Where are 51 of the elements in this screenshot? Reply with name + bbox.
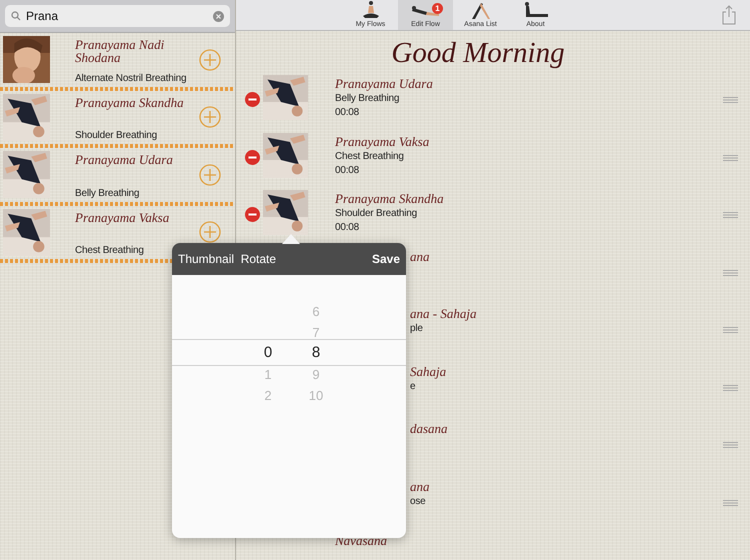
popover-title: Thumbnail Rotate <box>178 252 276 266</box>
flow-item-title: dasana <box>410 422 448 435</box>
remove-icon[interactable] <box>245 92 260 107</box>
add-icon[interactable] <box>199 221 221 244</box>
drag-handle-icon[interactable] <box>723 327 738 333</box>
flow-item-title: ana <box>410 250 430 262</box>
flow-title: Good Morning <box>390 37 566 70</box>
asana-subtitle: Shoulder Breathing <box>75 130 158 141</box>
drag-handle-icon[interactable] <box>723 154 738 160</box>
asana-subtitle: Alternate Nostril Breathing <box>75 72 188 84</box>
clear-icon[interactable] <box>213 10 224 22</box>
flow-item-subtitle: ose <box>410 496 427 506</box>
asana-title: Pranayama Vaksa <box>75 210 170 224</box>
search-text: Prana <box>26 9 60 23</box>
flow-item-duration: 00:08 <box>335 107 360 118</box>
flow-item-title: ana - Sahaja <box>410 307 476 320</box>
asana-subtitle: Chest Breathing <box>75 245 145 256</box>
flow-item-title: Navasana <box>335 534 387 547</box>
picker-value[interactable]: 8 <box>312 345 320 360</box>
flow-item-duration: 00:08 <box>335 222 360 233</box>
picker-value[interactable]: 0 <box>264 345 272 360</box>
drag-handle-icon[interactable] <box>723 500 738 506</box>
remove-icon[interactable] <box>245 207 260 222</box>
asana-title: Pranayama Nadi Shodana <box>75 38 166 64</box>
drag-handle-icon[interactable] <box>723 97 738 103</box>
asana-title: Pranayama Skandha <box>75 96 185 108</box>
flow-item-subtitle: e <box>410 380 416 392</box>
share-icon[interactable] <box>722 5 736 25</box>
asana-title: Pranayama Udara <box>75 153 174 166</box>
drag-handle-icon[interactable] <box>723 212 738 218</box>
drag-handle-icon[interactable] <box>723 384 738 390</box>
asana-subtitle: Belly Breathing <box>75 188 140 198</box>
flow-item-subtitle: ple <box>410 323 424 334</box>
drag-handle-icon[interactable] <box>723 270 738 276</box>
flow-item-title: Pranayama Skandha <box>335 192 444 205</box>
save-button[interactable]: Save <box>372 252 400 266</box>
seated-figure-icon <box>360 0 380 20</box>
search-field[interactable]: Prana <box>5 5 230 27</box>
flow-item-title: Pranayama Udara <box>335 77 433 90</box>
flow-item-subtitle: Belly Breathing <box>335 93 400 104</box>
flow-item-title: ana <box>410 480 430 492</box>
flow-item-subtitle: Chest Breathing <box>335 150 405 162</box>
notification-badge: 1 <box>432 3 443 14</box>
popover-arrow <box>282 234 300 244</box>
flow-item-subtitle: Shoulder Breathing <box>335 208 418 219</box>
flow-item-duration: 00:08 <box>335 164 360 176</box>
remove-icon[interactable] <box>245 150 260 164</box>
search-icon <box>11 11 21 21</box>
drag-handle-icon[interactable] <box>723 442 738 448</box>
flow-item-title: Pranayama Vaksa <box>335 134 430 148</box>
flow-item-title: Sahaja <box>410 364 446 378</box>
